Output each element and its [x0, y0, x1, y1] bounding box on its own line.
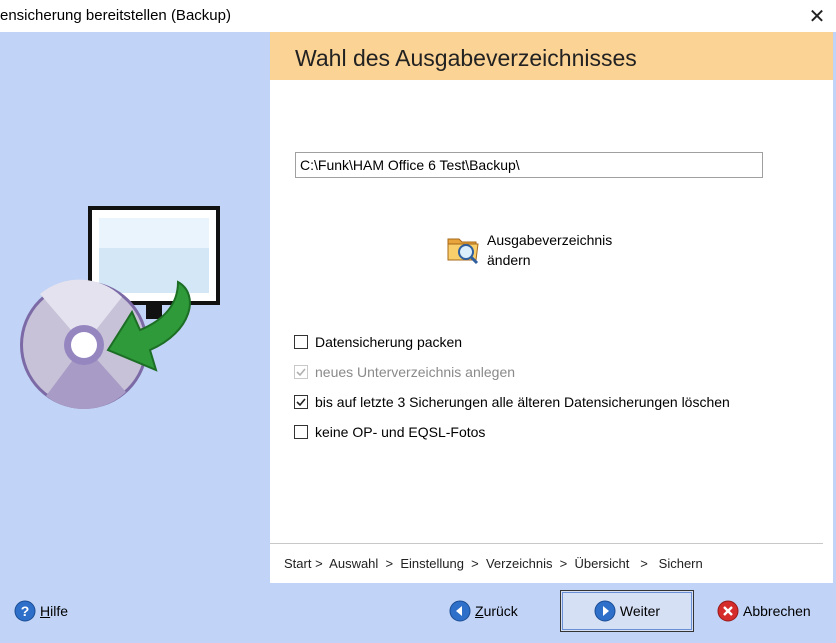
- next-button[interactable]: Weiter: [560, 590, 694, 632]
- next-label: Weiter: [619, 603, 661, 619]
- page-title: Wahl des Ausgabeverzeichnisses: [295, 45, 637, 71]
- option-pack-backup[interactable]: Datensicherung packen: [294, 332, 462, 352]
- help-button[interactable]: ? Hilfe: [14, 591, 104, 631]
- divider: [270, 543, 823, 544]
- wizard-side-panel: [0, 32, 270, 583]
- option-label: keine OP- und EQSL-Fotos: [315, 424, 486, 440]
- monitor-cd-backup-icon: [20, 206, 220, 410]
- back-button[interactable]: Zurück: [449, 591, 549, 631]
- svg-text:?: ?: [21, 603, 30, 619]
- check-icon: [296, 398, 306, 407]
- option-label: Datensicherung packen: [315, 334, 463, 350]
- back-label: Zurück: [475, 603, 518, 619]
- window-title: ensicherung bereitstellen (Backup): [0, 7, 231, 24]
- arrow-left-icon: [449, 600, 471, 622]
- title-bar: ensicherung bereitstellen (Backup) ✕: [0, 0, 836, 32]
- wizard-breadcrumb: Start > Auswahl > Einstellung > Verzeich…: [284, 556, 703, 571]
- close-button[interactable]: ✕: [798, 0, 836, 32]
- checkbox-no-photos[interactable]: [294, 425, 308, 439]
- x-circle-icon: [717, 600, 739, 622]
- checkbox-delete-old-backups[interactable]: [294, 395, 308, 409]
- check-icon: [296, 368, 306, 377]
- cancel-button[interactable]: Abbrechen: [717, 591, 829, 631]
- change-directory-button[interactable]: Ausgabeverzeichnis ändern: [446, 230, 646, 274]
- option-new-subdirectory: neues Unterverzeichnis anlegen: [294, 362, 515, 382]
- output-directory-input[interactable]: [295, 152, 763, 178]
- help-label: Hilfe: [40, 603, 69, 619]
- option-delete-old-backups[interactable]: bis auf letzte 3 Sicherungen alle ältere…: [294, 392, 730, 412]
- button-bar: ? Hilfe Zurück Weiter Abbrechen: [0, 583, 836, 643]
- arrow-right-icon: [594, 600, 616, 622]
- option-label: bis auf letzte 3 Sicherungen alle ältere…: [315, 394, 730, 410]
- option-label: neues Unterverzeichnis anlegen: [315, 364, 516, 380]
- folder-search-icon: [447, 238, 479, 265]
- header-band: Wahl des Ausgabeverzeichnisses: [270, 32, 833, 80]
- cancel-label: Abbrechen: [743, 603, 811, 619]
- option-no-photos[interactable]: keine OP- und EQSL-Fotos: [294, 422, 485, 442]
- checkbox-pack-backup[interactable]: [294, 335, 308, 349]
- change-directory-label-1: Ausgabeverzeichnis: [487, 232, 613, 248]
- change-directory-label-2: ändern: [487, 252, 531, 268]
- checkbox-new-subdirectory: [294, 365, 308, 379]
- question-icon: ?: [14, 600, 36, 622]
- wizard-content: Wahl des Ausgabeverzeichnisses Ausgabeve…: [270, 32, 833, 583]
